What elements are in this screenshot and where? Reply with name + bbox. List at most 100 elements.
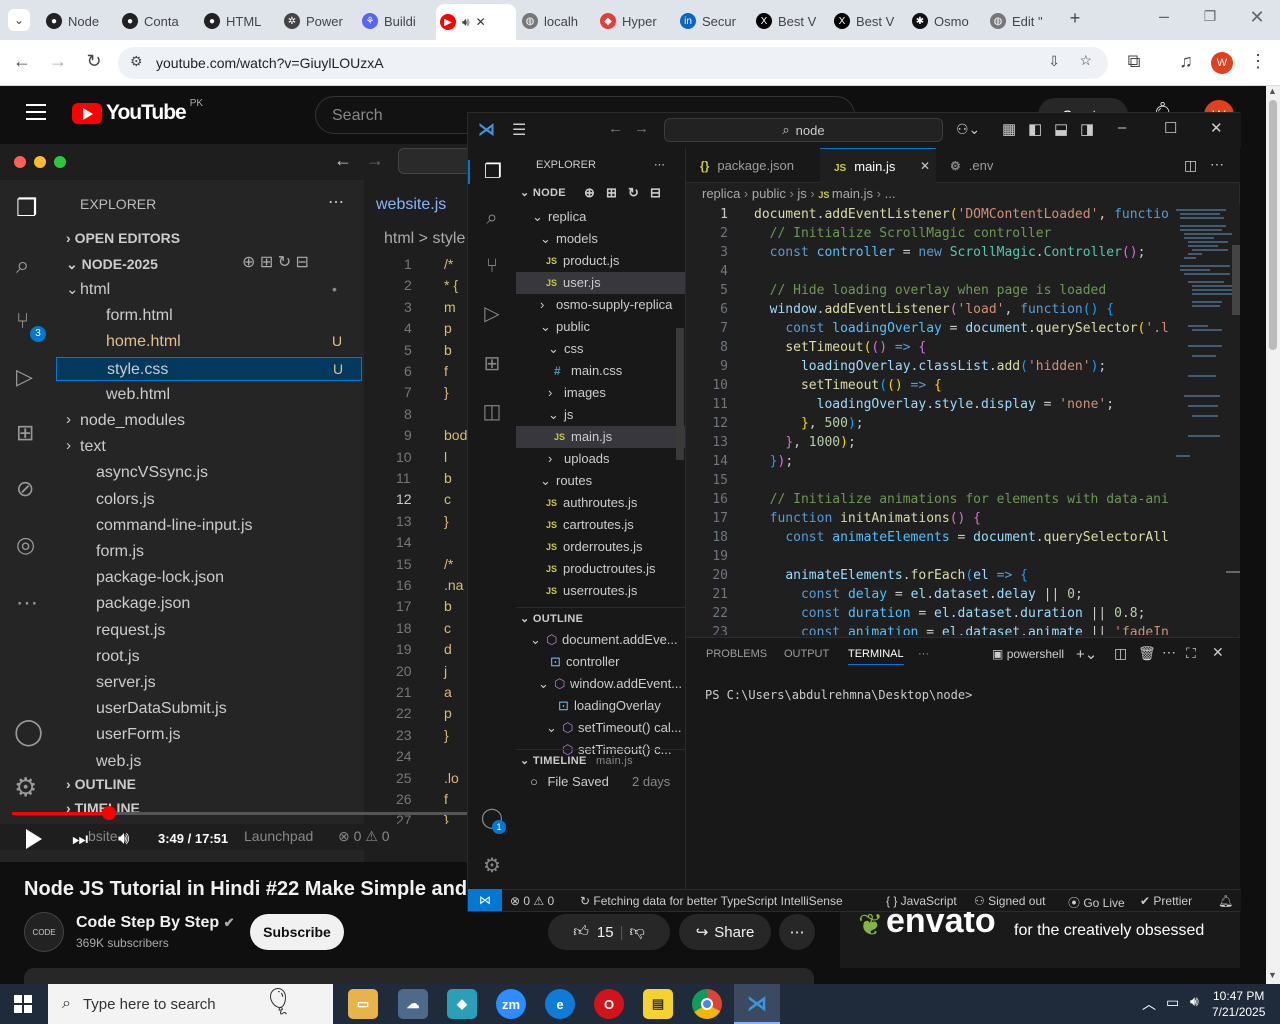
breadcrumb-item[interactable]: public [752,186,786,201]
toggle-panel-icon[interactable]: ⬓ [1054,120,1068,138]
page-scrollbar[interactable]: ▲ ▼ [1266,86,1280,984]
outline-item[interactable]: ⊡ loadingOverlay [516,695,685,717]
close-window-icon[interactable]: ✕ [1245,7,1269,28]
run-debug-icon[interactable]: ▷ [480,302,504,326]
refresh-icon[interactable]: ↻ [628,182,639,204]
browser-tab[interactable]: ● Conta [118,8,192,34]
next-video-icon[interactable]: ⏭︎ [72,829,88,850]
like-button[interactable]: 👍︎ 15 [573,923,613,941]
subscribe-button[interactable]: Subscribe [250,914,344,950]
outline-item[interactable]: ⌄ ⬡ document.addEve... [516,629,685,651]
tree-folder[interactable]: ⌄ css [516,338,685,360]
breadcrumb[interactable]: replica › public › js › JS main.js › ... [686,183,1240,205]
terminal-shell[interactable]: ▣ powershell [992,647,1064,661]
tray-overflow-icon[interactable]: ︿ [1142,994,1156,1014]
kill-terminal-icon[interactable]: 🗑︎ [1138,645,1156,662]
vscode-minimize-icon[interactable]: – [1118,119,1126,136]
editor-tab[interactable]: JS main.js ✕ [820,148,936,183]
opera-icon[interactable]: O [594,989,624,1019]
split-terminal-icon[interactable]: ◫ [1114,645,1127,662]
remote-explorer-icon[interactable]: ◫ [480,400,504,424]
clock[interactable]: 10:47 PM 7/21/2025 [1212,988,1265,1020]
tree-folder[interactable]: ⌄ js [516,404,685,426]
scroll-up-icon[interactable]: ▲ [1268,86,1277,96]
panel-tab[interactable]: PROBLEMS [706,648,767,660]
sticky-notes-icon[interactable]: ▤ [643,989,673,1019]
chrome-icon[interactable] [692,989,722,1019]
tree-folder[interactable]: ⌄ public [516,316,685,338]
file-explorer-icon[interactable]: ▭ [348,989,378,1019]
volume-icon[interactable]: 🔊︎ [118,828,129,849]
omnibox[interactable]: ⚙ youtube.com/watch?v=GiuylLOUzxA ⇩ ☆ [118,47,1108,79]
manage-gear-icon[interactable]: ⚙ [480,854,504,878]
copilot-icon[interactable]: ⚇⌄ [956,121,980,138]
breadcrumb-item[interactable]: js [797,186,806,201]
dislike-button[interactable]: 👎︎ [630,923,645,941]
vscode-back-icon[interactable]: ← [608,120,623,137]
panel-tab[interactable]: OUTPUT [784,648,829,660]
new-terminal-icon[interactable]: +⌄ [1076,645,1097,663]
terminal-prompt[interactable]: PS C:\Users\abdulrehmna\Desktop\node> [705,688,972,702]
tree-file[interactable]: JS cartroutes.js [516,514,685,536]
channel-name[interactable]: Code Step By Step ✔ [76,914,235,932]
tree-file[interactable]: JS productroutes.js [516,558,685,580]
customize-layout-icon[interactable]: ▦ [1002,120,1016,138]
install-icon[interactable]: ⇩ [1048,53,1060,70]
tree-folder[interactable]: ⌄ routes [516,470,685,492]
browser-tab[interactable]: ● HTML [200,8,274,34]
restore-icon[interactable]: ❐ [1198,8,1222,25]
more-actions-button[interactable]: ⋯ [779,914,815,950]
zoom-icon[interactable]: zm [496,989,526,1019]
vscode-close-icon[interactable]: ✕ [1210,119,1223,137]
source-control-icon[interactable]: ⑂ [480,254,504,278]
scroll-thumb[interactable] [1269,100,1277,350]
tree-file[interactable]: JS product.js [516,250,685,272]
maximize-panel-icon[interactable]: ⛶ [1186,645,1196,662]
share-button[interactable]: ↪ Share [679,914,771,950]
edge-icon[interactable]: e [545,989,575,1019]
remote-indicator[interactable]: ⋈ [468,889,502,911]
editor-tab[interactable]: {} package.json [686,148,820,183]
panel-more-tabs-icon[interactable]: ··· [918,648,929,660]
split-editor-icon[interactable]: ◫ [1184,157,1197,174]
browser-tab[interactable]: ✱ Osmo [908,8,982,34]
new-file-icon[interactable]: ⊕ [584,182,595,204]
toggle-secondary-sidebar-icon[interactable]: ◨ [1080,120,1094,138]
explorer-icon[interactable]: ❐ [468,160,516,184]
collapse-all-icon[interactable]: ⊟ [650,182,661,204]
video-player[interactable]: ← → ❐ ⌕ ⑂ 3 ▷ ⊞ ⊘ ◎ ⋯ ◯ ⚙ EXPLORER ⋯ › O… [0,144,468,862]
play-icon[interactable] [26,829,42,849]
explorer-more-icon[interactable]: ⋯ [654,154,665,176]
tree-folder[interactable]: › images [516,382,685,404]
tree-file[interactable]: # main.css [516,360,685,382]
outline-header[interactable]: ⌄ OUTLINE [516,607,685,629]
close-panel-icon[interactable]: ✕ [1212,644,1224,661]
browser-tab[interactable]: ⚘ Buildi [358,8,432,34]
profile-avatar[interactable]: W [1211,52,1233,74]
tree-file[interactable]: JS main.js [516,426,685,448]
app-diamond-icon[interactable]: ◆ [447,989,477,1019]
scroll-down-icon[interactable]: ▼ [1268,970,1277,980]
audio-playing-icon[interactable]: 🔊︎ [462,15,470,30]
timeline-header[interactable]: ⌄ TIMELINE main.js [516,749,685,771]
app-cloud-icon[interactable]: ☁ [398,989,428,1019]
browser-tab[interactable]: X Best V [752,8,826,34]
minimize-icon[interactable]: – [1152,6,1176,27]
close-tab-icon[interactable]: ✕ [476,15,486,29]
network-icon[interactable]: ▭ [1166,994,1179,1011]
status-prettier[interactable]: ✔ Prettier [1140,894,1192,908]
tree-file[interactable]: JS orderroutes.js [516,536,685,558]
toggle-sidebar-icon[interactable]: ◧ [1028,120,1042,138]
vscode-forward-icon[interactable]: → [634,120,649,137]
youtube-logo[interactable]: YouTube PK [72,98,203,125]
status-problems[interactable]: ⊗ 0 ⚠ 0 [510,894,554,908]
close-tab-icon[interactable]: ✕ [920,149,930,184]
search-icon[interactable]: ⌕ [480,206,504,230]
outline-item[interactable]: ⊡ controller [516,651,685,673]
editor-tab[interactable]: ⚙ .env [936,148,1066,183]
tree-folder[interactable]: ⌄ models [516,228,685,250]
panel-more-icon[interactable]: ⋯ [1162,644,1176,661]
forward-icon[interactable]: → [46,51,70,72]
volume-tray-icon[interactable]: 🔊︎ [1190,993,1199,1010]
vscode-menu-icon[interactable]: ☰ [512,120,526,140]
